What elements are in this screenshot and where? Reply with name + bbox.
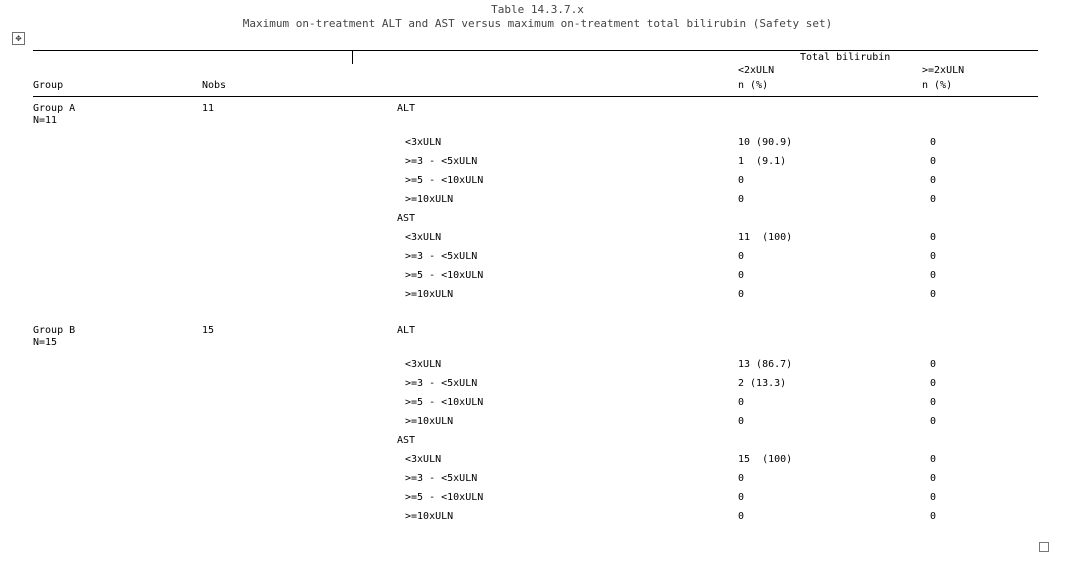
value-ge2xuln: 0 xyxy=(930,137,937,148)
group-n-label: N=11 xyxy=(33,115,58,126)
category-label: >=10xULN xyxy=(405,194,454,205)
category-label: <3xULN xyxy=(405,137,442,148)
table-title: Table 14.3.7.x xyxy=(491,3,584,16)
header-lt2-line1: <2xULN xyxy=(738,65,775,76)
value-ge2xuln: 0 xyxy=(930,156,937,167)
value-ge2xuln: 0 xyxy=(930,289,937,300)
category-label: <3xULN xyxy=(405,232,442,243)
value-ge2xuln: 0 xyxy=(930,454,937,465)
category-label: >=3 - <5xULN xyxy=(405,251,478,262)
group-nobs: 15 xyxy=(202,325,215,336)
category-label: >=10xULN xyxy=(405,511,454,522)
group-nobs: 11 xyxy=(202,103,215,114)
header-nobs: Nobs xyxy=(202,80,227,91)
param-label: AST xyxy=(397,213,416,224)
category-label: >=10xULN xyxy=(405,289,454,300)
category-label: >=3 - <5xULN xyxy=(405,473,478,484)
value-lt2xuln: 11 (100) xyxy=(738,232,793,243)
category-label: >=3 - <5xULN xyxy=(405,156,478,167)
table-move-handle-icon[interactable]: ✥ xyxy=(12,32,25,45)
value-lt2xuln: 0 xyxy=(738,270,745,281)
value-ge2xuln: 0 xyxy=(930,473,937,484)
value-ge2xuln: 0 xyxy=(930,175,937,186)
category-label: >=5 - <10xULN xyxy=(405,270,484,281)
group-name: Group A xyxy=(33,103,76,114)
category-label: <3xULN xyxy=(405,359,442,370)
table-top-rule xyxy=(33,50,1038,51)
value-lt2xuln: 0 xyxy=(738,397,745,408)
value-lt2xuln: 0 xyxy=(738,175,745,186)
value-lt2xuln: 1 (9.1) xyxy=(738,156,787,167)
category-label: >=3 - <5xULN xyxy=(405,378,478,389)
param-label: ALT xyxy=(397,325,416,336)
param-label: ALT xyxy=(397,103,416,114)
value-lt2xuln: 0 xyxy=(738,492,745,503)
value-ge2xuln: 0 xyxy=(930,359,937,370)
table-resize-handle[interactable] xyxy=(1039,542,1049,552)
header-group: Group xyxy=(33,80,64,91)
group-n-label: N=15 xyxy=(33,337,58,348)
value-lt2xuln: 0 xyxy=(738,511,745,522)
value-lt2xuln: 0 xyxy=(738,289,745,300)
value-lt2xuln: 0 xyxy=(738,194,745,205)
value-ge2xuln: 0 xyxy=(930,397,937,408)
value-ge2xuln: 0 xyxy=(930,492,937,503)
value-lt2xuln: 15 (100) xyxy=(738,454,793,465)
value-ge2xuln: 0 xyxy=(930,416,937,427)
value-ge2xuln: 0 xyxy=(930,251,937,262)
value-lt2xuln: 10 (90.9) xyxy=(738,137,793,148)
table-header-rule xyxy=(33,96,1038,97)
value-ge2xuln: 0 xyxy=(930,270,937,281)
header-ge2-line1: >=2xULN xyxy=(922,65,965,76)
value-lt2xuln: 0 xyxy=(738,251,745,262)
category-label: >=5 - <10xULN xyxy=(405,397,484,408)
table-subtitle: Maximum on-treatment ALT and AST versus … xyxy=(242,17,833,30)
category-label: >=5 - <10xULN xyxy=(405,175,484,186)
value-lt2xuln: 0 xyxy=(738,473,745,484)
header-total-bilirubin: Total bilirubin xyxy=(800,52,891,63)
value-ge2xuln: 0 xyxy=(930,511,937,522)
value-lt2xuln: 2 (13.3) xyxy=(738,378,787,389)
text-cursor xyxy=(352,51,353,64)
category-label: >=5 - <10xULN xyxy=(405,492,484,503)
header-lt2-line2: n (%) xyxy=(738,80,769,91)
category-label: <3xULN xyxy=(405,454,442,465)
value-lt2xuln: 0 xyxy=(738,416,745,427)
value-ge2xuln: 0 xyxy=(930,194,937,205)
category-label: >=10xULN xyxy=(405,416,454,427)
value-ge2xuln: 0 xyxy=(930,232,937,243)
header-ge2-line2: n (%) xyxy=(922,80,953,91)
value-lt2xuln: 13 (86.7) xyxy=(738,359,793,370)
param-label: AST xyxy=(397,435,416,446)
value-ge2xuln: 0 xyxy=(930,378,937,389)
group-name: Group B xyxy=(33,325,76,336)
